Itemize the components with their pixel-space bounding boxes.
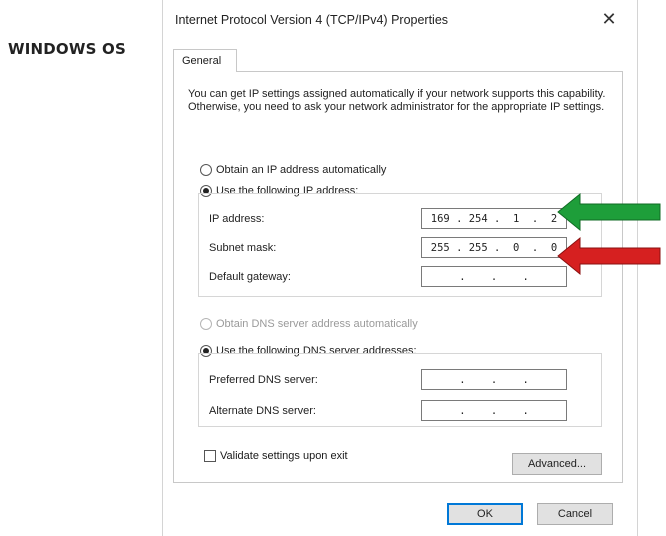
green-arrow-icon	[557, 192, 661, 232]
os-label: WINDOWS OS	[8, 40, 127, 58]
validate-row[interactable]: Validate settings upon exit	[204, 450, 348, 462]
red-arrow-icon	[557, 236, 661, 276]
dialog-title: Internet Protocol Version 4 (TCP/IPv4) P…	[175, 13, 449, 27]
preferred-dns-label: Preferred DNS server:	[209, 374, 318, 386]
alternate-dns-field[interactable]: . . .	[421, 400, 567, 421]
ok-button[interactable]: OK	[447, 503, 523, 525]
validate-label: Validate settings upon exit	[220, 450, 348, 462]
dns-auto-label: Obtain DNS server address automatically	[216, 318, 418, 330]
subnet-arrow-shape	[557, 236, 661, 276]
ip-auto-radio-row[interactable]: Obtain an IP address automatically	[200, 164, 386, 176]
close-icon[interactable]: ✕	[599, 10, 619, 30]
dns-auto-radio[interactable]	[200, 318, 212, 330]
default-gateway-label: Default gateway:	[209, 271, 291, 283]
ip-arrow-shape	[557, 192, 661, 232]
ip-auto-label: Obtain an IP address automatically	[216, 164, 387, 176]
alternate-dns-label: Alternate DNS server:	[209, 405, 316, 417]
ip-address-field[interactable]: 169 . 254 . 1 . 2	[421, 208, 567, 229]
subnet-mask-field[interactable]: 255 . 255 . 0 . 0	[421, 237, 567, 258]
cancel-button[interactable]: Cancel	[537, 503, 613, 525]
dns-settings-group: Preferred DNS server: . . . Alternate DN…	[198, 353, 602, 427]
subnet-mask-label: Subnet mask:	[209, 242, 277, 254]
title-bar: Internet Protocol Version 4 (TCP/IPv4) P…	[163, 0, 637, 42]
tab-general[interactable]: General	[173, 49, 237, 72]
advanced-button[interactable]: Advanced...	[512, 453, 602, 475]
validate-checkbox[interactable]	[204, 450, 216, 462]
preferred-dns-field[interactable]: . . .	[421, 369, 567, 390]
general-panel: You can get IP settings assigned automat…	[173, 71, 623, 483]
default-gateway-field[interactable]: . . .	[421, 266, 567, 287]
ip-settings-group: IP address: 169 . 254 . 1 . 2 Subnet mas…	[198, 193, 602, 297]
ip-address-label: IP address:	[209, 213, 265, 225]
dns-auto-radio-row[interactable]: Obtain DNS server address automatically	[200, 318, 418, 330]
ip-auto-radio[interactable]	[200, 164, 212, 176]
description-text: You can get IP settings assigned automat…	[188, 88, 606, 113]
